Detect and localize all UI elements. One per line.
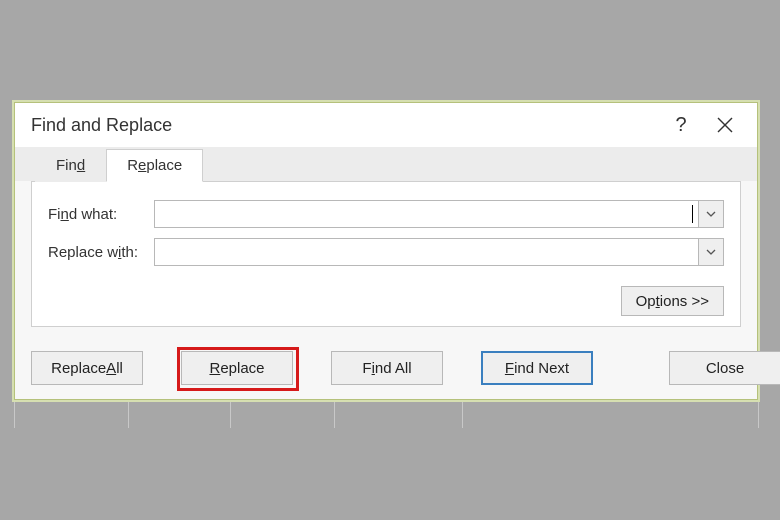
find-what-row: Find what:: [48, 200, 724, 228]
replace-all-button[interactable]: Replace All: [31, 351, 143, 385]
find-what-combo: [154, 200, 724, 228]
replace-with-label: Replace with:: [48, 244, 154, 261]
options-row: Options >>: [48, 286, 724, 316]
close-window-button[interactable]: [703, 106, 747, 144]
close-icon: [717, 117, 733, 133]
find-what-input[interactable]: [155, 201, 693, 227]
footer-buttons: Replace All Replace Find All Find Next C…: [31, 351, 741, 385]
replace-panel: Find what: Replace with:: [31, 181, 741, 327]
help-button[interactable]: ?: [659, 106, 703, 144]
replace-with-dropdown[interactable]: [698, 239, 723, 265]
replace-with-input[interactable]: [155, 239, 698, 265]
dialog-title: Find and Replace: [31, 115, 172, 136]
replace-with-row: Replace with:: [48, 238, 724, 266]
find-all-button[interactable]: Find All: [331, 351, 443, 385]
replace-button[interactable]: Replace: [181, 351, 293, 385]
tab-find[interactable]: Find: [35, 149, 106, 182]
chevron-down-icon: [706, 249, 716, 255]
titlebar: Find and Replace ?: [15, 103, 757, 147]
find-what-label: Find what:: [48, 206, 154, 223]
chevron-down-icon: [706, 211, 716, 217]
find-what-dropdown[interactable]: [698, 201, 723, 227]
options-button[interactable]: Options >>: [621, 286, 724, 316]
find-next-button[interactable]: Find Next: [481, 351, 593, 385]
text-cursor: [692, 205, 693, 223]
help-icon: ?: [675, 114, 686, 137]
close-button[interactable]: Close: [669, 351, 780, 385]
find-replace-dialog: Find and Replace ? Find Replace Find wha…: [14, 102, 758, 400]
replace-with-combo: [154, 238, 724, 266]
tab-replace[interactable]: Replace: [106, 149, 203, 182]
tabstrip: Find Replace: [15, 147, 757, 181]
